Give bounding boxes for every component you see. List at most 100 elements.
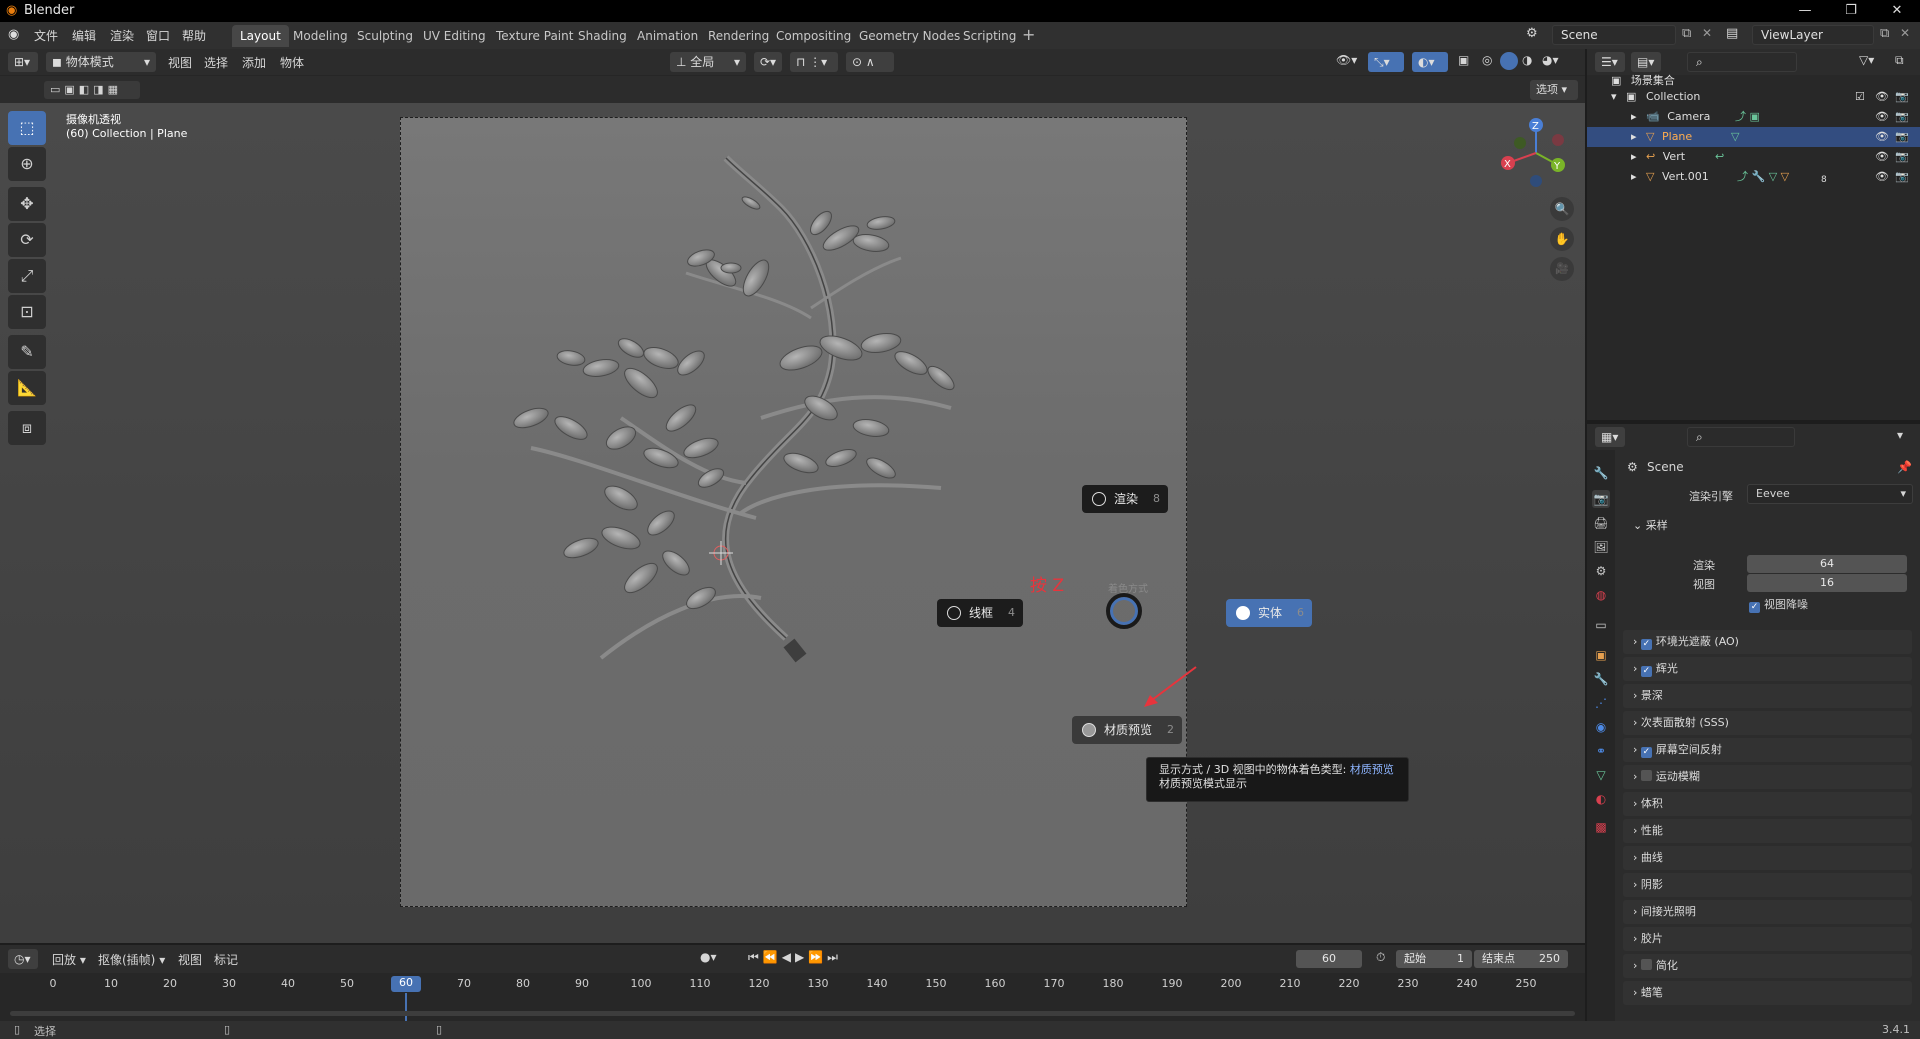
camera-render-icon[interactable]: 📷 <box>1895 167 1909 187</box>
panel-sss[interactable]: › 次表面散射 (SSS) <box>1623 711 1912 735</box>
pan-hand-icon[interactable]: ✋ <box>1550 227 1574 251</box>
display-mode-icon[interactable]: ▤▾ <box>1631 52 1661 72</box>
outliner-editor-icon[interactable]: ☰▾ <box>1595 52 1625 72</box>
eye-icon[interactable]: 👁 <box>1875 107 1889 127</box>
pin-icon[interactable]: 📌 <box>1897 460 1912 474</box>
current-frame-indicator[interactable]: 60 <box>391 976 421 992</box>
gizmo-toggle-icon[interactable]: ⤡▾ <box>1368 52 1404 72</box>
timeline-scrollbar[interactable] <box>10 1011 1575 1016</box>
filter-icon[interactable]: ▽▾ <box>1859 53 1874 67</box>
camera-render-icon[interactable]: 📷 <box>1895 147 1909 167</box>
transform-orientation-select[interactable]: ⊥ 全局 ▾ <box>670 52 746 72</box>
tab-shading[interactable]: Shading <box>570 25 635 47</box>
tool-tab-icon[interactable]: 🔧 <box>1592 464 1610 482</box>
pie-render-button[interactable]: 渲染 8 <box>1082 485 1168 513</box>
viewport-denoise-checkbox[interactable]: ✓ 视图降噪 <box>1749 596 1808 613</box>
scene-icon[interactable]: ⚙ <box>1526 26 1538 41</box>
xray-icon[interactable]: ▣ <box>1458 53 1469 67</box>
playback-controls-icon[interactable]: ⏮⏪◀▶⏩⏭ <box>748 950 842 965</box>
physics-tab-icon[interactable]: ◉ <box>1592 718 1610 736</box>
overlay-toggle-icon[interactable]: ◐▾ <box>1412 52 1448 72</box>
particles-tab-icon[interactable]: ⋰ <box>1592 694 1610 712</box>
annotate-icon[interactable]: ✎ <box>8 335 46 369</box>
select-mode-icons[interactable]: ▭▣◧◨▦ <box>44 81 140 99</box>
render-samples-field[interactable]: 64 <box>1747 555 1907 573</box>
tab-animation[interactable]: Animation <box>629 25 706 47</box>
menu-add[interactable]: 添加 <box>242 54 266 71</box>
outliner-item-vert001[interactable]: ▸ ▽ Vert.001 ⤴ 🔧 ▽ ▽ 8 👁 📷 <box>1587 167 1920 187</box>
tab-uv-editing[interactable]: UV Editing <box>415 25 494 47</box>
viewlayer-field[interactable]: ViewLayer <box>1752 25 1874 45</box>
start-frame-field[interactable]: 起始 1 <box>1396 950 1472 968</box>
add-workspace-icon[interactable]: + <box>1022 25 1035 44</box>
timeline-menu-keying[interactable]: 抠像(插帧) ▾ <box>98 951 165 968</box>
modifier-tab-icon[interactable]: 🔧 <box>1592 670 1610 688</box>
rotate-icon[interactable]: ⟳ <box>8 223 46 257</box>
checkbox-icon[interactable]: ☑ <box>1855 87 1865 107</box>
shading-wireframe-icon[interactable]: ◎ <box>1482 53 1492 67</box>
properties-search-input[interactable]: ⌕ <box>1687 427 1795 447</box>
tab-layout[interactable]: Layout <box>232 25 289 47</box>
pie-material-button[interactable]: 材质预览 2 <box>1072 716 1182 744</box>
eye-icon[interactable]: 👁 <box>1875 167 1889 187</box>
panel-curves[interactable]: › 曲线 <box>1623 846 1912 870</box>
delete-viewlayer-icon[interactable]: ✕ <box>1900 26 1910 40</box>
menu-object[interactable]: 物体 <box>280 54 304 71</box>
panel-motion-blur[interactable]: › 运动模糊 <box>1623 765 1912 789</box>
tab-compositing[interactable]: Compositing <box>768 25 859 47</box>
timeline-menu-marker[interactable]: 标记 <box>214 951 238 968</box>
timeline-area[interactable]: 0 10 20 30 40 50 60 70 80 90 100 110 120… <box>0 973 1585 1021</box>
collection-row[interactable]: ▾ ▣ Collection ☑ 👁 📷 <box>1587 87 1920 107</box>
menu-render[interactable]: 渲染 <box>110 27 134 44</box>
new-scene-icon[interactable]: ⧉ <box>1682 26 1691 41</box>
outliner-search-input[interactable]: ⌕ <box>1687 52 1797 72</box>
tab-texture-paint[interactable]: Texture Paint <box>488 25 581 47</box>
viewlayer-icon[interactable]: ▤ <box>1726 26 1738 41</box>
collection-tab-icon[interactable]: ▭ <box>1592 616 1610 634</box>
restore-icon[interactable]: ❐ <box>1828 0 1874 22</box>
snap-icon[interactable]: ⊓ ⋮▾ <box>790 52 838 72</box>
tab-scripting[interactable]: Scripting <box>955 25 1024 47</box>
editor-type-icon[interactable]: ⊞▾ <box>8 52 38 72</box>
timeline-menu-playback[interactable]: 回放 ▾ <box>52 951 86 968</box>
menu-select[interactable]: 选择 <box>204 54 228 71</box>
panel-dof[interactable]: › 景深 <box>1623 684 1912 708</box>
panel-volumetrics[interactable]: › 体积 <box>1623 792 1912 816</box>
timeline-menu-view[interactable]: 视图 <box>178 951 202 968</box>
timeline-editor-icon[interactable]: ◷▾ <box>8 949 38 969</box>
visibility-icon[interactable]: 👁▾ <box>1336 53 1357 67</box>
new-viewlayer-icon[interactable]: ⧉ <box>1880 26 1889 41</box>
world-tab-icon[interactable]: ◍ <box>1592 586 1610 604</box>
panel-ao[interactable]: › ✓ 环境光遮蔽 (AO) <box>1623 630 1912 654</box>
eye-icon[interactable]: 👁 <box>1875 127 1889 147</box>
panel-shadows[interactable]: › 阴影 <box>1623 873 1912 897</box>
panel-grease-pencil[interactable]: › 蜡笔 <box>1623 981 1912 1005</box>
outliner-item-vert[interactable]: ▸ ↩ Vert ↩ 👁 📷 <box>1587 147 1920 167</box>
delete-scene-icon[interactable]: ✕ <box>1702 26 1712 40</box>
scale-icon[interactable]: ⤢ <box>8 259 46 293</box>
chevron-down-icon[interactable]: ▾ <box>1897 428 1903 442</box>
new-collection-icon[interactable]: ⧉ <box>1895 53 1904 68</box>
transform-icon[interactable]: ⊡ <box>8 295 46 329</box>
menu-view[interactable]: 视图 <box>168 54 192 71</box>
panel-indirect-lighting[interactable]: › 间接光照明 <box>1623 900 1912 924</box>
move-icon[interactable]: ✥ <box>8 187 46 221</box>
eye-icon[interactable]: 👁 <box>1875 147 1889 167</box>
pie-solid-button[interactable]: 实体 6 <box>1226 599 1312 627</box>
tab-modeling[interactable]: Modeling <box>285 25 356 47</box>
pivot-point-icon[interactable]: ⟳▾ <box>754 52 782 72</box>
output-tab-icon[interactable]: 🖨 <box>1592 514 1610 532</box>
texture-tab-icon[interactable]: ▩ <box>1592 818 1610 836</box>
eye-icon[interactable]: 👁 <box>1875 87 1889 107</box>
add-cube-icon[interactable]: ⧈ <box>8 411 46 445</box>
outliner-item-plane[interactable]: ▸ ▽ Plane ▽ 👁 📷 <box>1587 127 1920 147</box>
material-tab-icon[interactable]: ◐ <box>1592 790 1610 808</box>
options-dropdown[interactable]: 选项 ▾ <box>1530 80 1578 100</box>
viewport-samples-field[interactable]: 16 <box>1747 574 1907 592</box>
render-engine-select[interactable]: Eevee ▾ <box>1747 484 1913 504</box>
camera-render-icon[interactable]: 📷 <box>1895 127 1909 147</box>
camera-render-icon[interactable]: 📷 <box>1895 87 1909 107</box>
scene-field[interactable]: Scene <box>1552 25 1676 45</box>
shading-solid-icon[interactable] <box>1500 52 1518 70</box>
blender-menu-icon[interactable]: ◉ <box>8 27 19 42</box>
